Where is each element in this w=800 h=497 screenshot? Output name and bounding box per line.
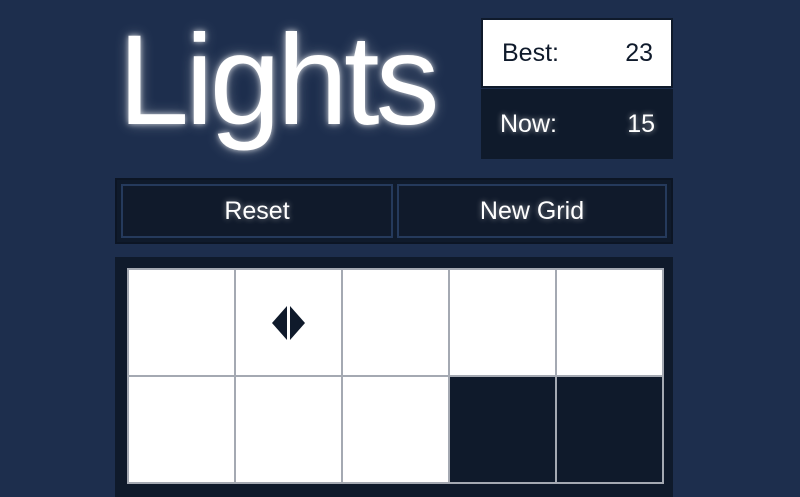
grid-cell[interactable] <box>557 377 662 482</box>
best-score-panel: Best: 23 <box>481 18 673 88</box>
grid-cell[interactable] <box>236 377 341 482</box>
grid-cell[interactable] <box>129 270 234 375</box>
current-score-value: 15 <box>627 109 655 138</box>
light-grid <box>127 268 664 484</box>
grid-cell[interactable] <box>557 270 662 375</box>
controls-bar: Reset New Grid <box>115 178 673 244</box>
reset-button[interactable]: Reset <box>121 184 393 238</box>
grid-cell[interactable] <box>343 377 448 482</box>
game-board <box>115 257 673 497</box>
grid-cell[interactable] <box>129 377 234 482</box>
current-score-label: Now: <box>500 109 557 138</box>
current-score-panel: Now: 15 <box>481 89 673 159</box>
grid-cell[interactable] <box>450 270 555 375</box>
grid-cell[interactable] <box>236 270 341 375</box>
grid-cell[interactable] <box>450 377 555 482</box>
game-title: Lights <box>118 9 440 152</box>
new-grid-button[interactable]: New Grid <box>397 184 667 238</box>
best-score-value: 23 <box>625 38 653 67</box>
grid-cell[interactable] <box>343 270 448 375</box>
left-right-arrows-icon <box>272 305 305 340</box>
best-score-label: Best: <box>502 38 559 67</box>
